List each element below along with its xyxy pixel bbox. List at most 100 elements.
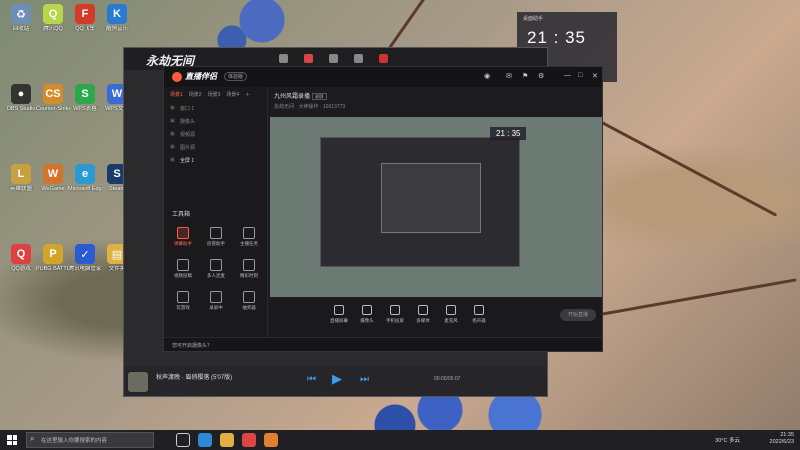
source-item[interactable]: 图片源 <box>164 141 267 154</box>
prev-track-icon[interactable]: ⏮ <box>307 374 316 385</box>
tool-multi-mic[interactable]: 多人连麦 <box>201 259 231 279</box>
source-item[interactable]: 摄像头 <box>164 115 267 128</box>
avatar[interactable]: ◉ <box>484 72 490 80</box>
shortcut-label: 回收站 <box>12 26 30 32</box>
version-badge: 体验版 <box>224 72 248 81</box>
streaming-app-icon[interactable] <box>264 433 278 447</box>
system-clock[interactable]: 21:35 2022/6/23 <box>770 432 794 446</box>
tab-scene-2[interactable]: 场景2 <box>189 91 202 98</box>
desktop-shortcut[interactable]: CS Counter-Strike Global <box>36 84 70 112</box>
tab-scene-4[interactable]: 场景4 <box>226 91 239 98</box>
control-toolbar: 直播屏幕 摄像头 手机投屏 多媒体 麦克风 扬声器 开始直播 <box>270 299 602 339</box>
maximize-button[interactable]: □ <box>578 72 582 79</box>
shortcut-label: QQ飞车 <box>75 26 95 32</box>
go-live-button[interactable]: 开始直播 <box>560 309 596 321</box>
tool-highlights[interactable]: 精彩时刻 <box>234 259 264 279</box>
shortcut-label: 酷狗音乐 <box>105 26 128 32</box>
left-panel: 场景1 场景2 场景3 场景4 ＋ 窗口 1 摄像头 视频源 图片源 全屏 1 … <box>164 87 268 339</box>
desktop-shortcut[interactable]: P PUBG BATTLEGR <box>36 244 70 272</box>
tool-lottery[interactable]: 抽奖器 <box>234 291 264 311</box>
app-icon: Q <box>43 4 63 24</box>
album-cover <box>128 372 148 392</box>
windows-start-icon[interactable] <box>4 432 20 448</box>
tool-host-task[interactable]: 主播任务 <box>234 227 264 247</box>
desktop-shortcut[interactable]: K 酷狗音乐 <box>100 4 134 32</box>
room-subtitle: 永劫无间 · 大神操作 · 10613773 <box>274 104 346 110</box>
app-icon: ✓ <box>75 244 95 264</box>
desktop-shortcut[interactable]: e Microsoft Edge <box>68 164 102 192</box>
clock-widget-header: 桌面助手 <box>523 16 544 22</box>
task-view-icon[interactable] <box>176 433 190 447</box>
source-item[interactable]: 全屏 1 <box>164 154 267 167</box>
app-icon: F <box>75 4 95 24</box>
app-icon: ● <box>11 84 31 104</box>
brand-name: 直播伴侣 <box>185 72 217 81</box>
speaker-button[interactable]: 扬声器 <box>466 305 492 324</box>
add-scene-icon[interactable]: ＋ <box>245 91 250 98</box>
desktop-shortcut[interactable]: ● OBS Studio <box>4 84 38 112</box>
next-track-icon[interactable]: ⏭ <box>360 374 369 385</box>
weibo-icon[interactable] <box>304 54 313 63</box>
shortcut-label: Microsoft Edge <box>68 186 102 192</box>
tool-record[interactable]: 录屏中 <box>201 291 231 311</box>
settings-icon[interactable]: ⚙ <box>538 72 544 80</box>
chat-icon[interactable] <box>329 54 338 63</box>
scene-tabs: 场景1 场景2 场景3 场景4 ＋ <box>164 87 267 102</box>
music-title: 秋声渡晚 · 眉俏樱落 (5′07版) <box>156 375 233 381</box>
camera-button[interactable]: 摄像头 <box>354 305 380 324</box>
screen-capture-button[interactable]: 直播屏幕 <box>326 305 352 324</box>
weather[interactable]: 30°C 多云 <box>715 436 740 444</box>
app-brand: 直播伴侣 体验版 <box>172 71 248 82</box>
minimize-button[interactable]: — <box>564 72 571 79</box>
shortcut-label: 英雄联盟 <box>9 186 32 192</box>
source-item[interactable]: 视频源 <box>164 128 267 141</box>
title-bar: 直播伴侣 体验版 ◉ ✉ ⚑ ⚙ — □ ✕ <box>164 67 602 87</box>
app-icon: e <box>75 164 95 184</box>
tool-video-upload[interactable]: 视频投稿 <box>168 259 198 279</box>
app-icon: P <box>43 244 63 264</box>
tool-play-game[interactable]: 玩游戏 <box>168 291 198 311</box>
play-icon[interactable]: ▶ <box>332 371 342 387</box>
shortcut-label: OBS Studio <box>6 106 36 112</box>
stream-preview[interactable]: 21 : 35 <box>270 117 602 297</box>
explorer-icon[interactable] <box>220 433 234 447</box>
desktop-shortcut[interactable]: S WPS表格 <box>68 84 102 112</box>
desktop-shortcut[interactable]: Q 腾讯QQ <box>36 4 70 32</box>
preview-clock: 21 : 35 <box>490 127 527 140</box>
gift-icon[interactable]: ⚑ <box>522 72 528 80</box>
toolbox-header: 工具箱 <box>172 212 191 218</box>
microphone-button[interactable]: 麦克风 <box>438 305 464 324</box>
media-button[interactable]: 多媒体 <box>410 305 436 324</box>
close-button[interactable]: ✕ <box>592 72 598 80</box>
search-input[interactable]: 在这里输入你要搜索的内容 <box>26 432 154 448</box>
room-info: 九州风霜录播 录屏 永劫无间 · 大神操作 · 10613773 <box>270 89 600 119</box>
message-icon[interactable]: ✉ <box>506 72 512 80</box>
brand-logo-icon <box>172 71 182 82</box>
room-title: 九州风霜录播 录屏 <box>274 91 327 100</box>
user-icon[interactable] <box>279 54 288 63</box>
desktop-shortcut[interactable]: ✓ 腾讯电脑管家 <box>68 244 102 272</box>
desktop-shortcut[interactable]: W WeGame <box>36 164 70 192</box>
tool-danmu-assistant[interactable]: 弹幕助手 <box>168 227 198 247</box>
shortcut-label: Counter-Strike Global <box>36 106 70 112</box>
mute-icon[interactable] <box>379 54 388 63</box>
tab-scene-1[interactable]: 场景1 <box>170 91 183 98</box>
recursive-preview <box>320 137 520 267</box>
desktop-shortcut[interactable]: Q QQ游戏 <box>4 244 38 272</box>
tiktok-icon[interactable] <box>354 54 363 63</box>
desktop-shortcut[interactable]: ♻ 回收站 <box>4 4 38 32</box>
shortcut-label: PUBG BATTLEGR <box>36 266 70 272</box>
source-item[interactable]: 窗口 1 <box>164 102 267 115</box>
tool-room-manager[interactable]: 房管助手 <box>201 227 231 247</box>
desktop-shortcut[interactable]: F QQ飞车 <box>68 4 102 32</box>
app-icon[interactable] <box>242 433 256 447</box>
app-icon: Q <box>11 244 31 264</box>
app-icon: S <box>75 84 95 104</box>
tab-scene-3[interactable]: 场景3 <box>208 91 221 98</box>
music-player-bar: 秋声渡晚 · 眉俏樱落 (5′07版) ⏮ ▶ ⏭ 00:00/05:07 <box>124 366 547 396</box>
music-time: 00:00/05:07 <box>434 376 461 382</box>
clock-widget-time: 21 : 35 <box>527 28 586 47</box>
edge-icon[interactable] <box>198 433 212 447</box>
desktop-shortcut[interactable]: L 英雄联盟 <box>4 164 38 192</box>
phone-cast-button[interactable]: 手机投屏 <box>382 305 408 324</box>
